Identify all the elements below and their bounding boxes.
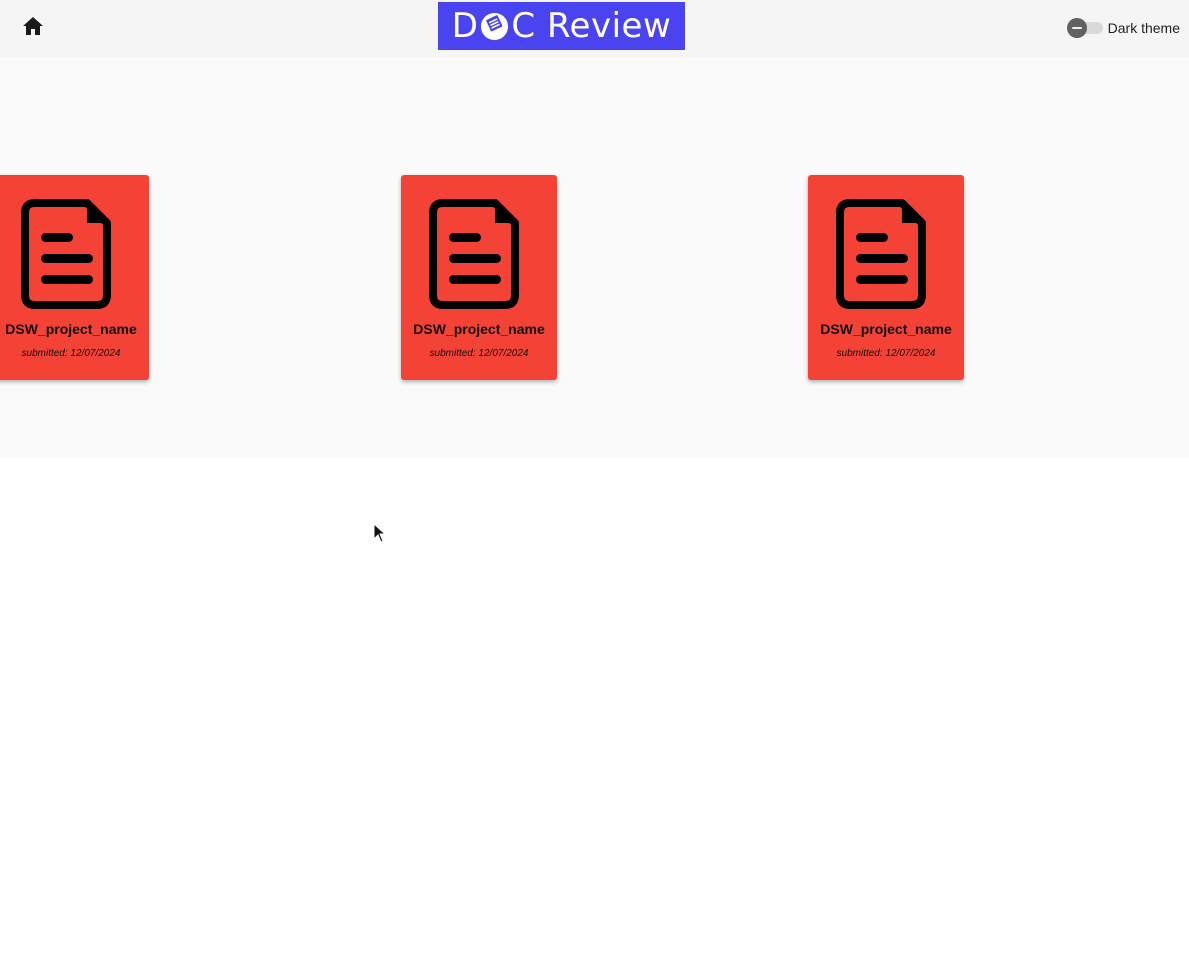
document-submitted-date: submitted: 12/07/2024 [836, 348, 936, 359]
document-icon [429, 199, 519, 309]
document-name: DSW_project_name [820, 321, 952, 337]
document-icon [21, 199, 111, 309]
logo-text-left: D [451, 6, 479, 46]
document-icon [836, 199, 926, 309]
home-button[interactable] [18, 11, 48, 41]
home-icon [23, 17, 43, 35]
document-card[interactable]: DSW_project_name submitted: 12/07/2024 [0, 175, 149, 380]
switch-thumb [1066, 18, 1087, 38]
documents-panel: DSW_project_name submitted: 12/07/2024 D… [0, 57, 1189, 457]
document-name: DSW_project_name [413, 321, 545, 337]
app-logo: D C Review [438, 2, 685, 50]
dark-theme-label: Dark theme [1107, 20, 1180, 36]
document-submitted-date: submitted: 12/07/2024 [21, 348, 121, 359]
document-name: DSW_project_name [5, 321, 137, 337]
minus-icon [1071, 27, 1082, 29]
mouse-cursor-icon [373, 523, 387, 543]
logo-o-icon [481, 12, 509, 40]
logo-text-right: C Review [511, 6, 672, 46]
document-card[interactable]: DSW_project_name submitted: 12/07/2024 [808, 175, 964, 380]
top-bar: D C Review Dark theme [0, 0, 1189, 57]
dark-theme-switch[interactable] [1066, 17, 1103, 39]
document-submitted-date: submitted: 12/07/2024 [429, 348, 529, 359]
document-card[interactable]: DSW_project_name submitted: 12/07/2024 [401, 175, 557, 380]
dark-theme-toggle[interactable]: Dark theme [1066, 17, 1180, 39]
